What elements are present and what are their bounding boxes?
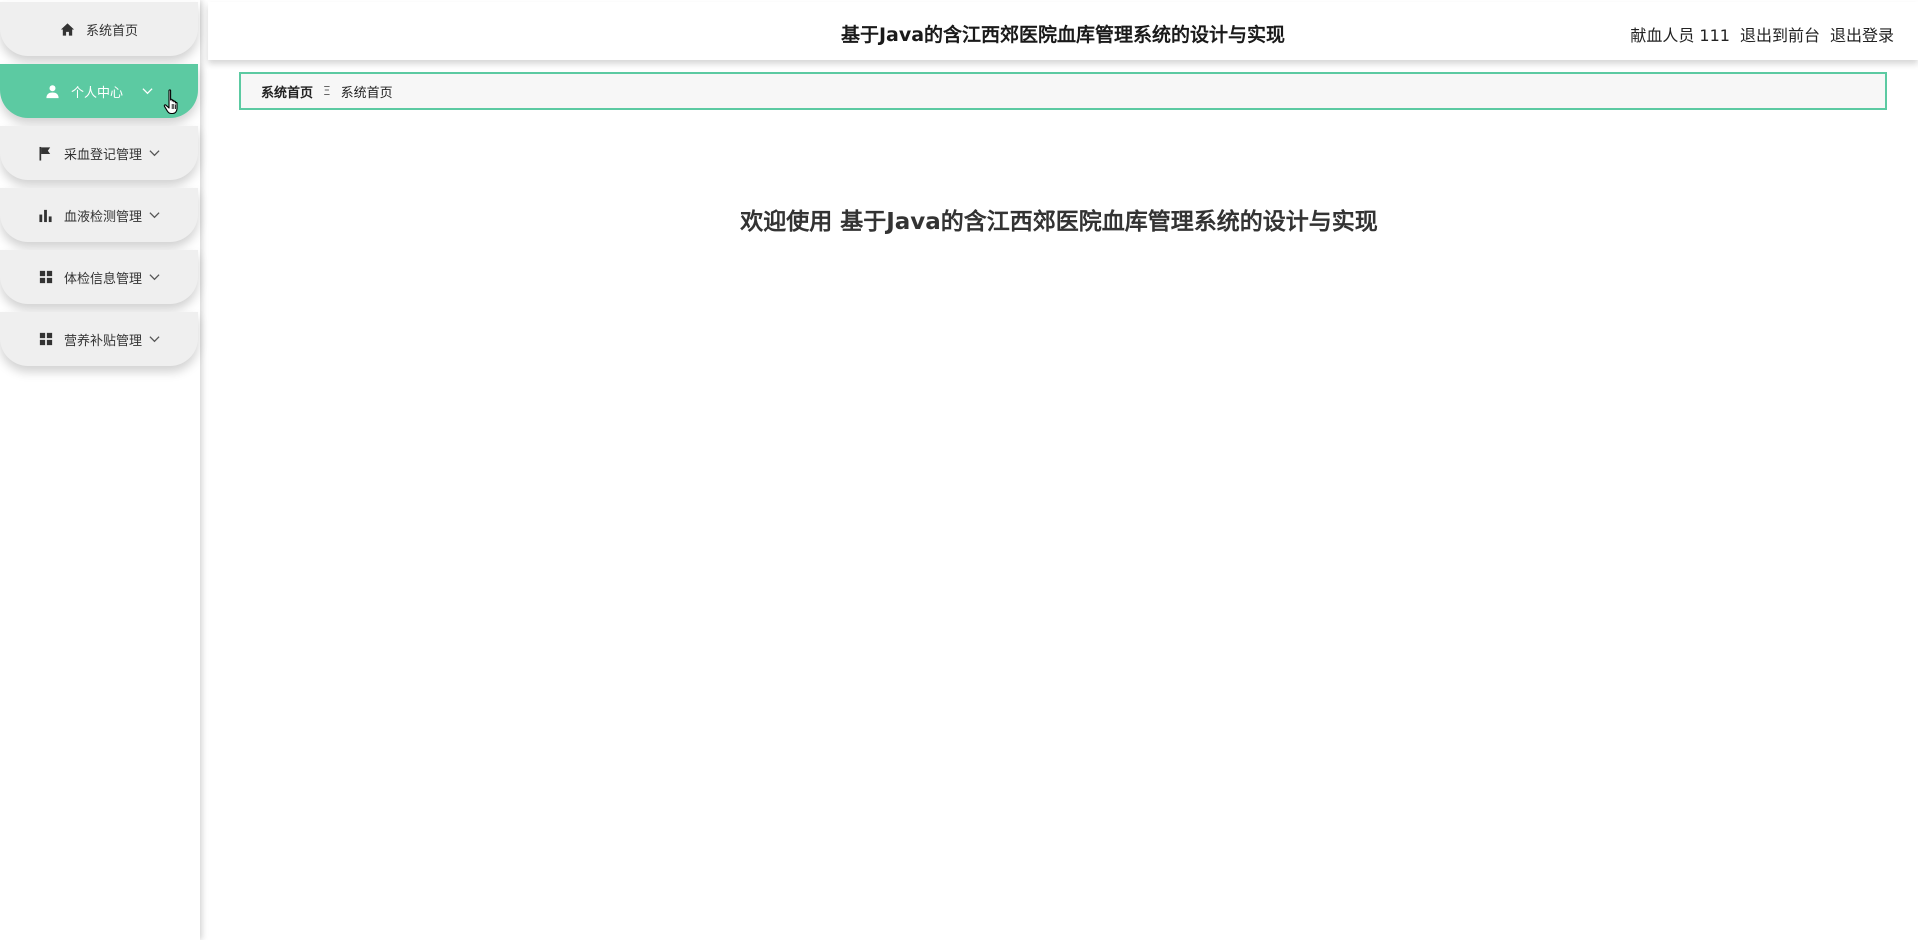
- top-header: 基于Java的含江西郊医院血库管理系统的设计与实现 献血人员 111 退出到前台…: [208, 2, 1918, 60]
- sidebar-item-blood-testing[interactable]: 血液检测管理: [0, 188, 198, 242]
- chevron-down-icon: [148, 333, 160, 345]
- chevron-down-icon: [148, 147, 160, 159]
- flag-icon: [38, 145, 54, 161]
- breadcrumb: 系统首页 Ξ 系统首页: [239, 72, 1887, 110]
- grid-icon: [38, 269, 54, 285]
- sidebar-item-blood-collection[interactable]: 采血登记管理: [0, 126, 198, 180]
- sidebar-item-personal-center[interactable]: 个人中心: [0, 64, 198, 118]
- sidebar: 系统首页 个人中心 采血登记管理 血液检测管理 体检信息管理 营养补贴管理: [0, 0, 200, 940]
- breadcrumb-current: 系统首页: [340, 85, 393, 101]
- bar-chart-icon: [38, 207, 54, 223]
- grid-icon: [38, 331, 54, 347]
- sidebar-item-nutrition-subsidy[interactable]: 营养补贴管理: [0, 312, 198, 366]
- exit-to-front-link[interactable]: 退出到前台: [1740, 22, 1820, 46]
- sidebar-item-label: 采血登记管理: [63, 147, 142, 163]
- home-icon: [60, 21, 76, 37]
- sidebar-item-label: 个人中心: [70, 85, 123, 101]
- sidebar-item-label: 系统首页: [85, 23, 138, 39]
- sidebar-item-physical-exam[interactable]: 体检信息管理: [0, 250, 198, 304]
- sidebar-item-label: 营养补贴管理: [63, 333, 142, 349]
- logout-link[interactable]: 退出登录: [1830, 22, 1894, 46]
- breadcrumb-home[interactable]: 系统首页: [261, 82, 313, 101]
- header-user-actions: 献血人员 111 退出到前台 退出登录: [1630, 22, 1894, 46]
- chevron-down-icon: [148, 209, 160, 221]
- sidebar-item-label: 体检信息管理: [63, 271, 142, 287]
- sidebar-item-home[interactable]: 系统首页: [0, 2, 198, 56]
- app-window: 系统首页 个人中心 采血登记管理 血液检测管理 体检信息管理 营养补贴管理 基于…: [0, 0, 1918, 940]
- sidebar-item-label: 血液检测管理: [63, 209, 142, 225]
- welcome-message: 欢迎使用 基于Java的含江西郊医院血库管理系统的设计与实现: [740, 209, 1378, 235]
- chevron-down-icon: [148, 271, 160, 283]
- user-icon: [45, 83, 61, 99]
- user-label: 献血人员 111: [1630, 26, 1730, 45]
- chevron-down-icon: [141, 85, 153, 97]
- breadcrumb-separator: Ξ: [323, 84, 331, 98]
